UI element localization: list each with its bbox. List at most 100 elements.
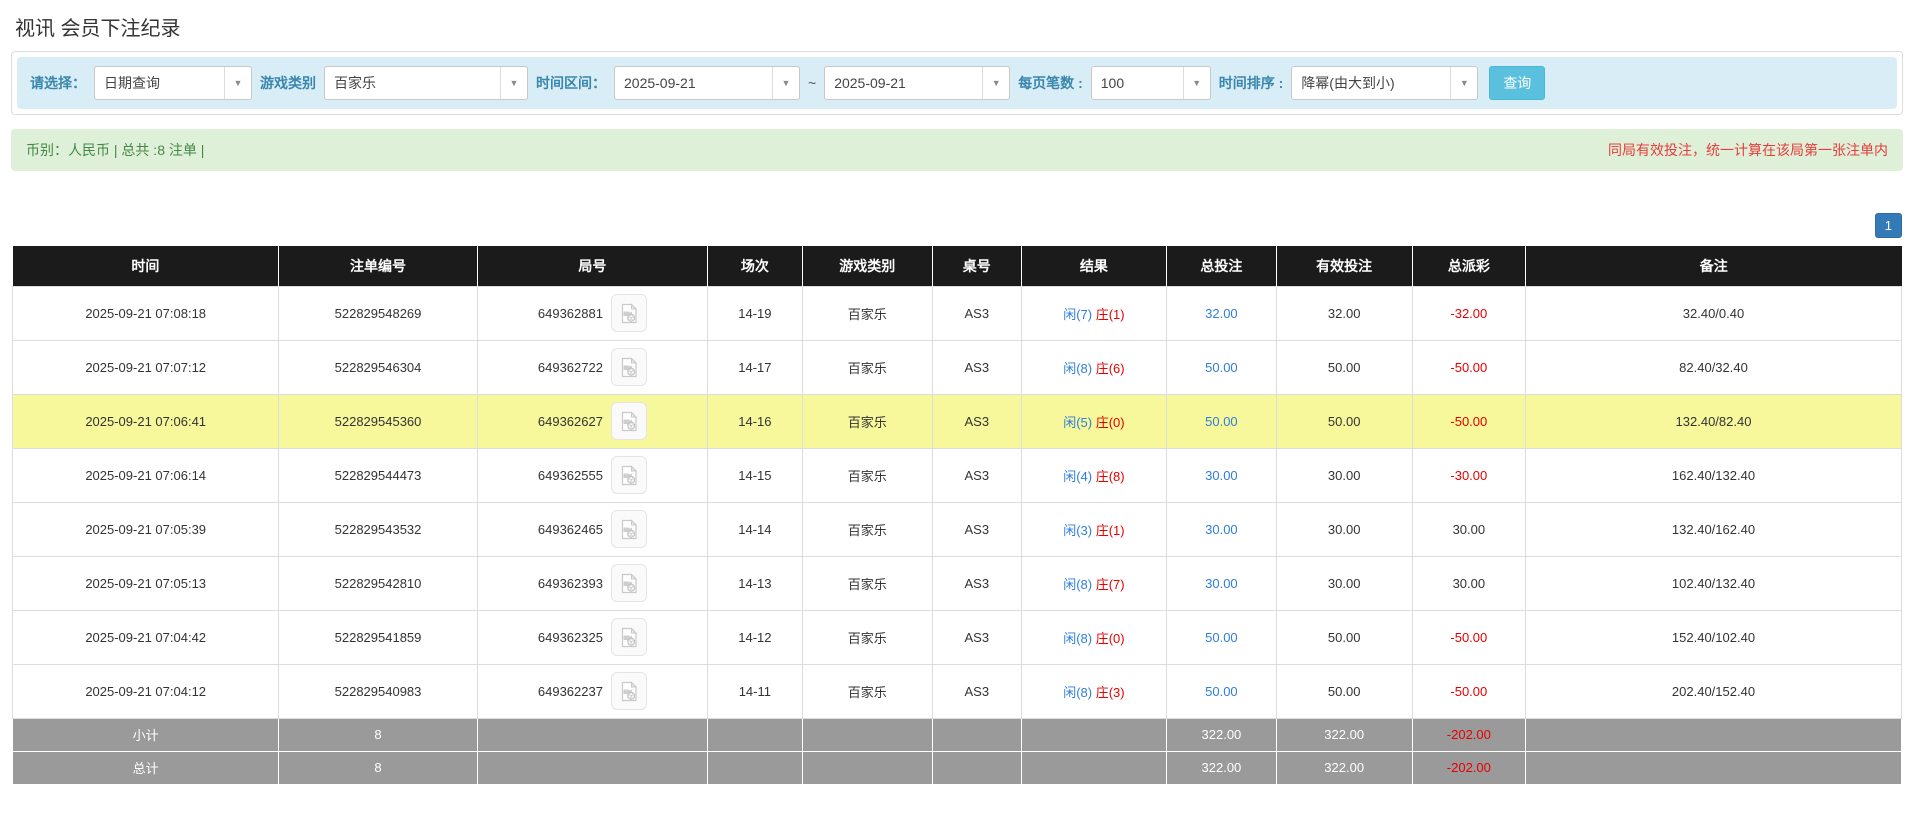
bet-id-cell: 522829544473 — [278, 447, 478, 503]
date-to-picker[interactable]: 2025-09-21 ▼ — [824, 66, 1011, 100]
time-cell: 2025-09-21 07:04:42 — [11, 609, 280, 665]
table-row[interactable]: 2025-09-21 07:05:13 522829542810 649362393… — [11, 555, 1902, 611]
round-cell: 649362627 — [476, 393, 709, 449]
payout-cell: 30.00 — [1411, 501, 1527, 557]
session-cell: 14-11 — [707, 663, 803, 719]
table-row[interactable]: 2025-09-21 07:08:18 522829548269 649362881… — [11, 285, 1902, 341]
chevron-down-icon[interactable]: ▼ — [982, 67, 1009, 99]
search-button[interactable]: 查询 — [1489, 66, 1546, 100]
chevron-down-icon[interactable]: ▼ — [1182, 67, 1210, 99]
page-button-1[interactable]: 1 — [1874, 213, 1902, 238]
table-row[interactable]: 2025-09-21 07:05:39 522829543532 649362465… — [11, 501, 1902, 557]
remark-cell: 132.40/82.40 — [1525, 393, 1902, 449]
table-row[interactable]: 2025-09-21 07:04:42 522829541859 649362325… — [11, 609, 1902, 665]
round-cell: 649362722 — [476, 339, 709, 395]
video-file-icon — [622, 572, 638, 593]
game-type-cell: 百家乐 — [801, 555, 933, 611]
chevron-down-icon[interactable]: ▼ — [772, 67, 799, 99]
remark-cell: 162.40/132.40 — [1525, 447, 1902, 503]
video-replay-button[interactable] — [610, 348, 647, 386]
total-total-bet: 322.00 — [1166, 750, 1277, 785]
chevron-down-icon[interactable]: ▼ — [500, 67, 527, 99]
table-no-cell: AS3 — [931, 393, 1022, 449]
per-page-value: 100 — [1100, 75, 1125, 91]
table-no-cell: AS3 — [931, 663, 1022, 719]
table-no-cell: AS3 — [931, 555, 1022, 611]
video-replay-button[interactable] — [610, 456, 647, 494]
result-cell: 闲(3) 庄(1) — [1020, 501, 1168, 557]
table-row[interactable]: 2025-09-21 07:04:12 522829540983 649362237… — [11, 663, 1902, 719]
payout-cell: -50.00 — [1411, 609, 1527, 665]
bet-id-cell: 522829541859 — [278, 609, 478, 665]
time-cell: 2025-09-21 07:08:18 — [11, 285, 280, 341]
remark-cell: 152.40/102.40 — [1525, 609, 1902, 665]
date-from-picker[interactable]: 2025-09-21 ▼ — [614, 66, 800, 100]
column-header-bet-id: 注单编号 — [278, 246, 478, 286]
session-cell: 14-12 — [707, 609, 803, 665]
payout-cell: 30.00 — [1411, 555, 1527, 611]
video-replay-button[interactable] — [610, 564, 647, 602]
round-id: 649362325 — [537, 629, 603, 645]
note-text: 同局有效投注，统一计算在该局第一张注单内 — [1608, 142, 1888, 158]
round-cell: 649362237 — [476, 663, 709, 719]
total-bet-cell: 50.00 — [1166, 393, 1277, 449]
valid-bet-cell: 50.00 — [1275, 393, 1413, 449]
round-id: 649362555 — [537, 467, 603, 483]
bet-id-cell: 522829548269 — [278, 285, 478, 341]
per-page-label: 每页笔数 : — [1018, 75, 1083, 91]
round-id: 649362627 — [537, 413, 603, 429]
result-player: 闲(8) — [1063, 360, 1093, 376]
subtotal-label: 小计 — [11, 717, 280, 752]
query-type-value: 日期查询 — [104, 75, 160, 91]
chevron-down-icon[interactable]: ▼ — [1450, 67, 1477, 99]
valid-bet-cell: 50.00 — [1275, 339, 1413, 395]
subtotal-payout: -202.00 — [1411, 717, 1527, 752]
video-replay-button[interactable] — [610, 618, 647, 656]
column-header-session: 场次 — [707, 246, 803, 286]
video-replay-button[interactable] — [610, 294, 647, 332]
summary-bar: 币别：人民币 | 总共 :8 注单 | 同局有效投注，统一计算在该局第一张注单内 — [11, 129, 1903, 171]
column-header-valid-bet: 有效投注 — [1276, 246, 1413, 286]
round-cell: 649362465 — [476, 501, 709, 557]
round-id: 649362393 — [537, 575, 603, 591]
result-cell: 闲(8) 庄(7) — [1020, 555, 1168, 611]
query-type-select[interactable]: 日期查询 ▼ — [94, 66, 252, 100]
bet-records-table: 时间 注单编号 局号 场次 游戏类别 桌号 结果 总投注 有效投注 总派彩 备注… — [11, 246, 1902, 785]
table-no-cell: AS3 — [931, 285, 1022, 341]
currency-summary: 币别：人民币 | 总共 :8 注单 | — [26, 142, 205, 158]
table-row[interactable]: 2025-09-21 07:06:14 522829544473 649362555… — [11, 447, 1902, 503]
result-cell: 闲(8) 庄(6) — [1020, 339, 1168, 395]
video-replay-button[interactable] — [610, 672, 647, 710]
total-label: 总计 — [11, 750, 280, 785]
total-count: 8 — [278, 750, 478, 785]
game-type-select[interactable]: 百家乐 ▼ — [324, 66, 528, 100]
video-replay-button[interactable] — [610, 510, 647, 548]
result-player: 闲(8) — [1063, 684, 1093, 700]
video-replay-button[interactable] — [610, 402, 647, 440]
game-type-cell: 百家乐 — [801, 663, 933, 719]
query-type-label: 请选择： — [30, 75, 86, 91]
table-row[interactable]: 2025-09-21 07:07:12 522829546304 649362722… — [11, 339, 1902, 395]
game-type-cell: 百家乐 — [801, 609, 933, 665]
time-range-label: 时间区间： — [536, 75, 606, 91]
result-banker: 庄(3) — [1095, 684, 1125, 700]
per-page-select[interactable]: 100 ▼ — [1090, 66, 1211, 100]
result-cell: 闲(4) 庄(8) — [1020, 447, 1168, 503]
total-row: 总计 8 322.00 322.00 -202.00 — [11, 750, 1902, 785]
total-bet-cell: 30.00 — [1166, 555, 1277, 611]
chevron-down-icon[interactable]: ▼ — [224, 67, 251, 99]
table-no-cell: AS3 — [931, 447, 1022, 503]
sort-order-select[interactable]: 降幂(由大到小) ▼ — [1291, 66, 1479, 100]
result-cell: 闲(7) 庄(1) — [1020, 285, 1168, 341]
result-banker: 庄(0) — [1095, 630, 1125, 646]
game-type-cell: 百家乐 — [801, 501, 933, 557]
video-file-icon — [622, 680, 638, 701]
session-cell: 14-14 — [707, 501, 803, 557]
game-type-cell: 百家乐 — [801, 393, 933, 449]
filter-bar: 请选择： 日期查询 ▼ 游戏类别 百家乐 ▼ 时间区间： 2025-09-21 … — [17, 57, 1897, 109]
table-row[interactable]: 2025-09-21 07:06:41 522829545360 649362627… — [11, 393, 1902, 449]
session-cell: 14-17 — [707, 339, 803, 395]
result-banker: 庄(1) — [1095, 306, 1125, 322]
time-cell: 2025-09-21 07:06:14 — [11, 447, 280, 503]
result-banker: 庄(0) — [1095, 414, 1125, 430]
